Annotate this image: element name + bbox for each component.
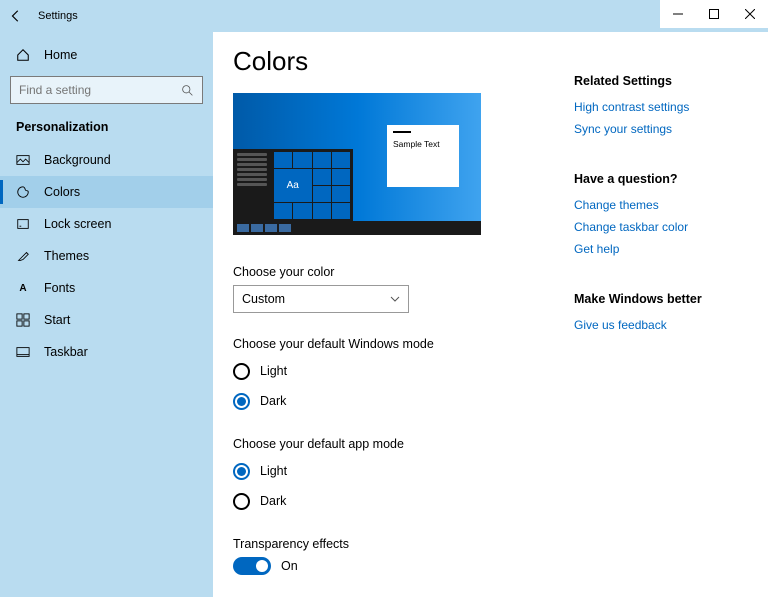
picture-icon bbox=[16, 153, 30, 167]
lock-icon bbox=[16, 217, 30, 231]
choose-color-label: Choose your color bbox=[233, 265, 574, 279]
preview-window: Sample Text bbox=[387, 125, 459, 187]
preview-taskbar bbox=[233, 221, 481, 235]
radio-icon bbox=[233, 493, 250, 510]
nav-label: Start bbox=[44, 313, 70, 327]
search-icon bbox=[181, 84, 194, 97]
home-icon bbox=[16, 48, 30, 62]
app-mode-light[interactable]: Light bbox=[233, 457, 574, 485]
windows-mode-label: Choose your default Windows mode bbox=[233, 337, 574, 351]
search-input[interactable] bbox=[19, 83, 169, 97]
better-heading: Make Windows better bbox=[574, 292, 748, 306]
radio-label: Light bbox=[260, 464, 287, 478]
sidebar: Home Personalization Background Colors L… bbox=[0, 32, 213, 597]
radio-selected-icon bbox=[233, 463, 250, 480]
windows-mode-light[interactable]: Light bbox=[233, 357, 574, 385]
app-mode-group: Choose your default app mode Light Dark bbox=[233, 437, 574, 515]
radio-label: Dark bbox=[260, 394, 286, 408]
arrow-left-icon bbox=[9, 9, 23, 23]
sidebar-item-start[interactable]: Start bbox=[0, 304, 213, 336]
main-column: Colors Aa Sample Text Choose bbox=[233, 46, 574, 597]
search-box[interactable] bbox=[10, 76, 203, 104]
minimize-button[interactable] bbox=[660, 0, 696, 28]
sidebar-item-background[interactable]: Background bbox=[0, 144, 213, 176]
nav-label: Taskbar bbox=[44, 345, 88, 359]
windows-mode-dark[interactable]: Dark bbox=[233, 387, 574, 415]
link-sync-settings[interactable]: Sync your settings bbox=[574, 122, 748, 136]
brush-icon bbox=[16, 249, 30, 263]
close-button[interactable] bbox=[732, 0, 768, 28]
window-title: Settings bbox=[38, 10, 78, 22]
transparency-label: Transparency effects bbox=[233, 537, 574, 551]
page-title: Colors bbox=[233, 46, 574, 77]
sidebar-item-themes[interactable]: Themes bbox=[0, 240, 213, 272]
home-button[interactable]: Home bbox=[0, 38, 213, 72]
link-high-contrast[interactable]: High contrast settings bbox=[574, 100, 748, 114]
maximize-button[interactable] bbox=[696, 0, 732, 28]
app-mode-label: Choose your default app mode bbox=[233, 437, 574, 451]
home-label: Home bbox=[44, 48, 77, 62]
color-mode-select[interactable]: Custom bbox=[233, 285, 409, 313]
titlebar: Settings bbox=[0, 0, 768, 32]
app-mode-dark[interactable]: Dark bbox=[233, 487, 574, 515]
link-change-themes[interactable]: Change themes bbox=[574, 198, 748, 212]
preview-aa-tile: Aa bbox=[274, 169, 312, 202]
transparency-toggle[interactable] bbox=[233, 557, 271, 575]
taskbar-icon bbox=[16, 345, 30, 359]
aside-column: Related Settings High contrast settings … bbox=[574, 46, 748, 597]
sidebar-item-colors[interactable]: Colors bbox=[0, 176, 213, 208]
transparency-state: On bbox=[281, 559, 298, 573]
nav-label: Fonts bbox=[44, 281, 75, 295]
windows-mode-group: Choose your default Windows mode Light D… bbox=[233, 337, 574, 415]
preview-start-menu: Aa bbox=[233, 149, 353, 221]
link-feedback[interactable]: Give us feedback bbox=[574, 318, 748, 332]
preview-sample-text: Sample Text bbox=[393, 139, 453, 149]
start-icon bbox=[16, 313, 30, 327]
section-heading: Personalization bbox=[0, 118, 213, 144]
content: Colors Aa Sample Text Choose bbox=[213, 32, 768, 597]
caption-buttons bbox=[660, 0, 768, 28]
radio-label: Light bbox=[260, 364, 287, 378]
nav-label: Lock screen bbox=[44, 217, 111, 231]
chevron-down-icon bbox=[390, 294, 400, 304]
link-change-taskbar-color[interactable]: Change taskbar color bbox=[574, 220, 748, 234]
transparency-group: Transparency effects On bbox=[233, 537, 574, 575]
back-button[interactable] bbox=[0, 0, 32, 32]
font-icon: A bbox=[16, 281, 30, 295]
sidebar-item-lockscreen[interactable]: Lock screen bbox=[0, 208, 213, 240]
palette-icon bbox=[16, 185, 30, 199]
radio-label: Dark bbox=[260, 494, 286, 508]
sidebar-item-fonts[interactable]: A Fonts bbox=[0, 272, 213, 304]
color-mode-value: Custom bbox=[242, 292, 285, 306]
radio-icon bbox=[233, 363, 250, 380]
question-heading: Have a question? bbox=[574, 172, 748, 186]
link-get-help[interactable]: Get help bbox=[574, 242, 748, 256]
radio-selected-icon bbox=[233, 393, 250, 410]
nav-label: Themes bbox=[44, 249, 89, 263]
sidebar-item-taskbar[interactable]: Taskbar bbox=[0, 336, 213, 368]
nav-label: Colors bbox=[44, 185, 80, 199]
color-preview: Aa Sample Text bbox=[233, 93, 481, 235]
related-heading: Related Settings bbox=[574, 74, 748, 88]
nav-label: Background bbox=[44, 153, 111, 167]
